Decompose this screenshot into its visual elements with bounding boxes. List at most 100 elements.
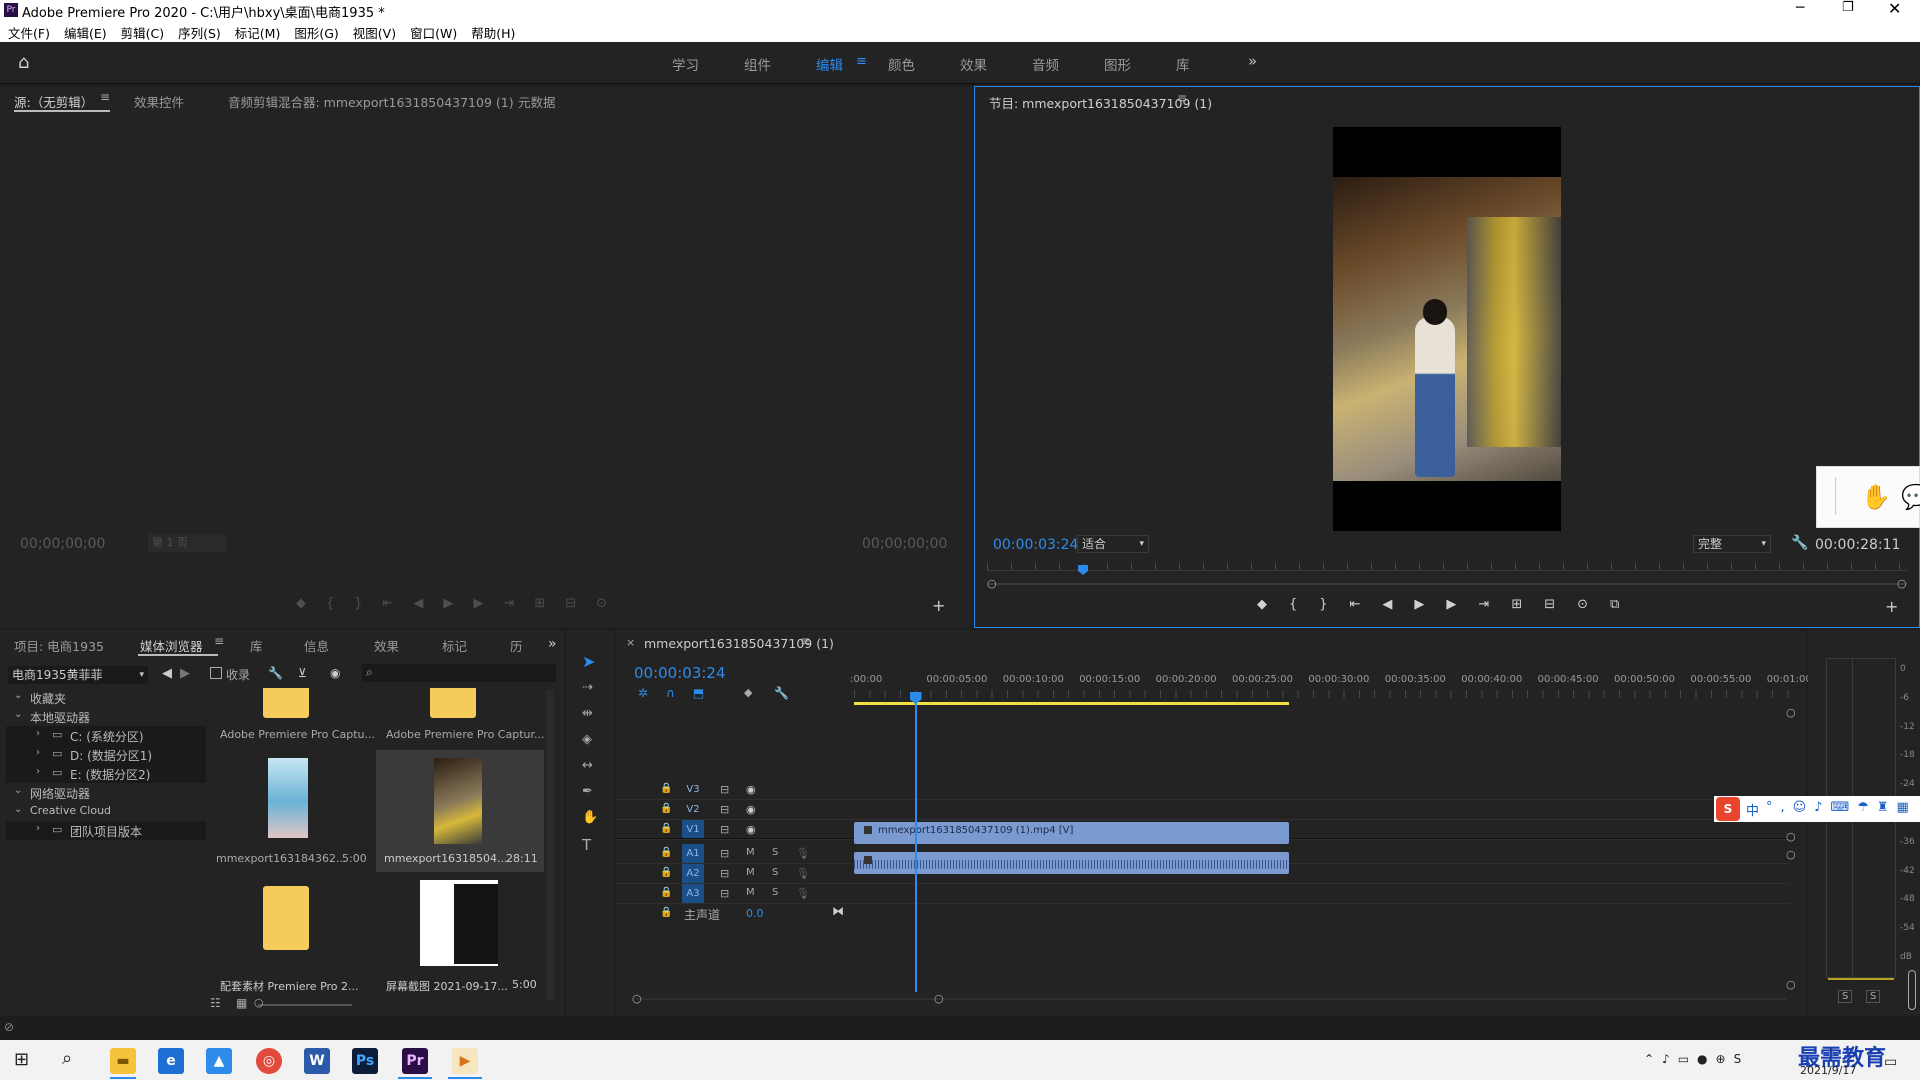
chevron-icon[interactable]: ›: [36, 766, 40, 777]
file-explorer-icon[interactable]: ▬: [110, 1048, 136, 1074]
timeline-playhead[interactable]: [914, 696, 917, 992]
timeline-ruler[interactable]: :00:00 00:00:05:00 00:00:10:00 00:00:15:00 0…: [850, 674, 1815, 704]
tree-item[interactable]: › ▭ D: (数据分区1): [6, 745, 206, 764]
menu-item[interactable]: 标记(M): [235, 26, 281, 41]
chevron-icon[interactable]: ⌄: [14, 709, 22, 720]
lock-icon[interactable]: 🔒: [660, 867, 672, 878]
vscroll-handle-icon[interactable]: ○: [1786, 978, 1796, 991]
source-tab[interactable]: 音频剪辑混合器: mmexport1631850437109 (1): [228, 92, 514, 111]
solo-button[interactable]: S: [772, 887, 778, 898]
workspace-tab[interactable]: 图形: [1104, 54, 1131, 74]
sync-lock-icon[interactable]: ⊟: [720, 823, 729, 836]
track-label[interactable]: V3: [682, 780, 704, 800]
source-page-select[interactable]: 第 1 页: [148, 534, 226, 552]
folder-icon[interactable]: [430, 688, 476, 718]
program-add-button-icon[interactable]: +: [1885, 597, 1898, 616]
ime-mode[interactable]: 中: [1746, 800, 1759, 819]
lock-icon[interactable]: 🔒: [660, 907, 672, 918]
menu-item[interactable]: 剪辑(C): [121, 26, 164, 41]
workspace-menu-icon[interactable]: ≡: [856, 54, 867, 69]
chevron-icon[interactable]: ›: [36, 823, 40, 834]
windows-start-icon[interactable]: ⊞: [14, 1049, 29, 1070]
track-label[interactable]: A1: [682, 844, 704, 864]
media-scrollbar[interactable]: [546, 690, 554, 1000]
search-input[interactable]: ⌕: [362, 664, 556, 682]
menu-item[interactable]: 图形(G): [294, 26, 338, 41]
chevron-icon[interactable]: ⌄: [14, 804, 22, 815]
tree-item[interactable]: › ▭ E: (数据分区2): [6, 764, 206, 783]
type-tool-icon[interactable]: T: [582, 836, 591, 854]
source-tab[interactable]: 效果控件: [134, 92, 184, 111]
timeline-timecode[interactable]: 00:00:03:24: [634, 664, 726, 682]
track-label[interactable]: V1: [682, 820, 704, 840]
solo-button[interactable]: S: [772, 867, 778, 878]
lock-icon[interactable]: 🔒: [660, 847, 672, 858]
work-area-bar[interactable]: [854, 702, 1289, 705]
menu-item[interactable]: 窗口(W): [410, 26, 457, 41]
audio-clip[interactable]: [854, 852, 1289, 874]
workspace-tab[interactable]: 编辑: [816, 54, 843, 74]
lock-icon[interactable]: 🔒: [660, 783, 672, 794]
program-video-frame[interactable]: [1333, 127, 1561, 531]
program-zoom-bar[interactable]: [987, 583, 1907, 585]
meter-scroll[interactable]: [1908, 970, 1916, 1010]
mic-icon[interactable]: 🎙: [796, 887, 810, 900]
eye-icon[interactable]: ◉: [746, 783, 756, 796]
track-label[interactable]: A3: [682, 884, 704, 904]
restore-icon[interactable]: ❐: [1842, 0, 1854, 15]
forward-arrow-icon[interactable]: ▶: [180, 666, 190, 681]
track-label[interactable]: A2: [682, 864, 704, 884]
list-view-icon[interactable]: ☷: [210, 996, 221, 1010]
back-arrow-icon[interactable]: ◀: [162, 666, 172, 681]
chevron-icon[interactable]: ⌄: [14, 690, 22, 701]
ime-toolbar[interactable]: S 中 °,☺♪⌨☂♜▦: [1714, 796, 1920, 822]
pen-tool-icon[interactable]: ✒: [582, 784, 593, 799]
location-select[interactable]: 电商1935黄菲菲 ▾: [8, 666, 148, 684]
project-tab[interactable]: 库: [250, 636, 263, 655]
sync-lock-icon[interactable]: ⊟: [720, 847, 729, 860]
slider-handle-icon[interactable]: ○: [254, 996, 264, 1009]
media-item-name[interactable]: Adobe Premiere Pro Captu...: [220, 728, 375, 741]
home-icon[interactable]: ⌂: [18, 52, 29, 73]
photos-icon[interactable]: ▲: [206, 1048, 232, 1074]
program-mini-ruler[interactable]: [987, 563, 1907, 571]
tree-item[interactable]: ⌄ 收藏夹: [6, 688, 206, 707]
ingest-checkbox[interactable]: [210, 667, 222, 679]
folder-icon[interactable]: [263, 688, 309, 718]
mute-button[interactable]: M: [746, 887, 755, 898]
program-wrench-icon[interactable]: 🔧: [1791, 535, 1808, 551]
tree-item[interactable]: ⌄ 本地驱动器: [6, 707, 206, 726]
sync-lock-icon[interactable]: ⊟: [720, 783, 729, 796]
timeline-settings-wrench-icon[interactable]: 🔧: [774, 686, 789, 700]
add-marker-icon[interactable]: ◆: [744, 686, 752, 699]
sync-lock-icon[interactable]: ⊟: [720, 867, 729, 880]
master-volume-value[interactable]: 0.0: [746, 907, 764, 920]
program-playhead[interactable]: [1078, 565, 1089, 575]
source-menu-icon[interactable]: ≡: [100, 90, 110, 104]
source-transport-controls[interactable]: ◆{}⇤◀▶▶⇥⊞⊟⊙: [296, 596, 627, 611]
solo-button[interactable]: S: [772, 847, 778, 858]
hscroll-left-handle-icon[interactable]: ○: [632, 992, 642, 1005]
menu-item[interactable]: 视图(V): [353, 26, 396, 41]
menu-item[interactable]: 帮助(H): [471, 26, 515, 41]
timeline-horizontal-scroll[interactable]: [636, 998, 1786, 1000]
tree-item[interactable]: › ▭ C: (系统分区): [6, 726, 206, 745]
floating-toolbar[interactable]: ✋ 💬: [1816, 466, 1920, 528]
workspace-tab[interactable]: 库: [1176, 54, 1190, 74]
photoshop-icon[interactable]: Ps: [352, 1048, 378, 1074]
vscroll-handle-icon[interactable]: ○: [1786, 706, 1796, 719]
source-tab[interactable]: 源:（无剪辑）: [14, 92, 93, 111]
project-tab[interactable]: 媒体浏览器: [140, 636, 203, 655]
media-thumbnail[interactable]: [420, 880, 498, 966]
media-item-name[interactable]: mmexport163184362...: [216, 852, 347, 865]
media-thumbnail[interactable]: [434, 758, 482, 844]
workspace-tab[interactable]: 学习: [672, 54, 699, 74]
menu-item[interactable]: 编辑(E): [64, 26, 107, 41]
tree-item[interactable]: ⌄ Creative Cloud: [6, 802, 206, 821]
eye-icon[interactable]: ◉: [746, 823, 756, 836]
razor-tool-icon[interactable]: ◈: [582, 732, 592, 747]
vscroll-handle-icon[interactable]: ○: [1786, 848, 1796, 861]
media-item-name[interactable]: Adobe Premiere Pro Captur...: [386, 728, 544, 741]
workspace-tab[interactable]: 颜色: [888, 54, 915, 74]
media-item-name[interactable]: 屏幕截图 2021-09-17...: [386, 978, 508, 994]
